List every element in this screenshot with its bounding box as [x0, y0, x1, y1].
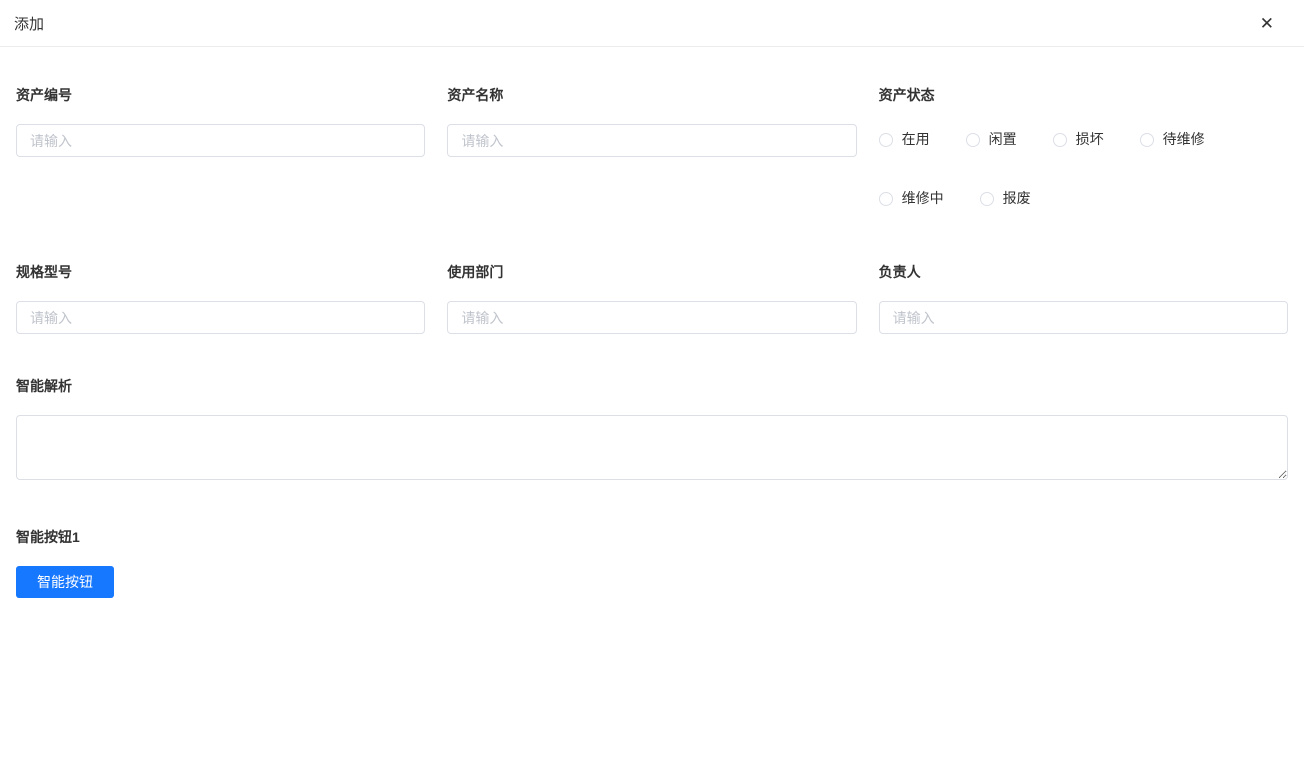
radio-icon: [966, 133, 980, 147]
radio-icon: [980, 192, 994, 206]
smart-parse-textarea[interactable]: [16, 415, 1288, 480]
modal-title: 添加: [14, 13, 44, 34]
field-asset-number: 资产编号: [16, 85, 425, 206]
asset-status-label: 资产状态: [879, 85, 1288, 105]
form-row-2: 规格型号 使用部门 负责人: [16, 262, 1288, 334]
asset-name-input[interactable]: [447, 124, 856, 157]
asset-name-label: 资产名称: [447, 85, 856, 105]
radio-icon: [879, 192, 893, 206]
smart-button[interactable]: 智能按钮: [16, 566, 114, 598]
asset-status-radio-group: 在用 闲置 损坏 待维修: [879, 124, 1288, 206]
modal-header: 添加 ✕: [0, 0, 1304, 47]
radio-option-scrapped[interactable]: 报废: [980, 191, 1031, 206]
field-asset-name: 资产名称: [447, 85, 856, 206]
close-icon[interactable]: ✕: [1256, 11, 1278, 36]
radio-icon: [879, 133, 893, 147]
radio-option-pending-repair[interactable]: 待维修: [1140, 132, 1205, 147]
department-label: 使用部门: [447, 262, 856, 282]
field-smart-button: 智能按钮1 智能按钮: [16, 527, 1288, 598]
smart-button-field-label: 智能按钮1: [16, 527, 1288, 547]
department-input[interactable]: [447, 301, 856, 334]
person-in-charge-input[interactable]: [879, 301, 1288, 334]
radio-option-damaged[interactable]: 损坏: [1053, 132, 1104, 147]
field-spec-model: 规格型号: [16, 262, 425, 334]
field-person-in-charge: 负责人: [879, 262, 1288, 334]
smart-parse-label: 智能解析: [16, 376, 1288, 396]
asset-number-label: 资产编号: [16, 85, 425, 105]
asset-number-input[interactable]: [16, 124, 425, 157]
radio-icon: [1053, 133, 1067, 147]
field-department: 使用部门: [447, 262, 856, 334]
add-asset-modal: 添加 ✕ 资产编号 资产名称 资产状态 在用: [0, 0, 1304, 598]
field-smart-parse: 智能解析: [16, 376, 1288, 485]
spec-model-input[interactable]: [16, 301, 425, 334]
person-in-charge-label: 负责人: [879, 262, 1288, 282]
radio-icon: [1140, 133, 1154, 147]
form-row-1: 资产编号 资产名称 资产状态 在用 闲置: [16, 85, 1288, 206]
spec-model-label: 规格型号: [16, 262, 425, 282]
field-asset-status: 资产状态 在用 闲置 损坏: [879, 85, 1288, 206]
form-row-4: 智能按钮1 智能按钮: [16, 527, 1288, 598]
radio-option-under-repair[interactable]: 维修中: [879, 191, 944, 206]
radio-option-in-use[interactable]: 在用: [879, 132, 930, 147]
radio-option-idle[interactable]: 闲置: [966, 132, 1017, 147]
form-row-3: 智能解析: [16, 376, 1288, 485]
modal-body: 资产编号 资产名称 资产状态 在用 闲置: [0, 47, 1304, 598]
